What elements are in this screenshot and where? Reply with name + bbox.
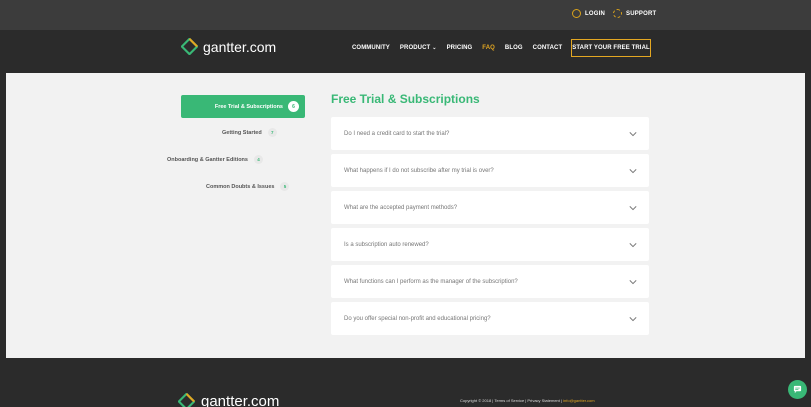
support-link[interactable]: SUPPORT (613, 9, 656, 18)
faq-question-text: What happens if I do not subscribe after… (344, 167, 494, 174)
footer-logo-text: gantter.com (201, 393, 280, 407)
logo-text: gantter.com (203, 38, 277, 55)
chevron-down-icon (629, 242, 637, 247)
sidebar-item-label: Getting Started (222, 129, 262, 136)
main-navbar: gantter.com COMMUNITY PRODUCT ⌄ PRICING F… (0, 30, 811, 68)
footer: gantter.com Copyright © 2018 | Terms of … (0, 358, 811, 407)
nav-menu: COMMUNITY PRODUCT ⌄ PRICING FAQ BLOG CONT… (352, 45, 562, 51)
sidebar-item-common-doubts[interactable]: Common Doubts & Issues 5 (206, 182, 290, 191)
chevron-down-icon (629, 316, 637, 321)
sidebar-item-label: Free Trial & Subscriptions (214, 103, 283, 110)
nav-item-product-label: PRODUCT (399, 45, 431, 51)
login-link[interactable]: LOGIN (572, 9, 605, 18)
faq-question[interactable]: Do I need a credit card to start the tri… (331, 117, 649, 150)
nav-item-blog[interactable]: BLOG (505, 45, 523, 51)
copyright-links[interactable]: Copyright © 2018 | Terms of Service | Pr… (460, 398, 563, 403)
lifebuoy-icon (613, 9, 622, 18)
faq-question[interactable]: Do you offer special non-profit and educ… (331, 302, 649, 335)
sidebar-item-label: Common Doubts & Issues (206, 183, 275, 190)
faq-question[interactable]: Is a subscription auto renewed? (331, 228, 649, 261)
faq-question-text: Do I need a credit card to start the tri… (344, 130, 450, 137)
faq-question-text: Do you offer special non-profit and educ… (344, 315, 491, 322)
faq-content-area: Free Trial & Subscriptions 6 Getting Sta… (6, 73, 805, 358)
count-badge: 5 (280, 182, 290, 191)
logo[interactable]: gantter.com (181, 38, 276, 55)
faq-question[interactable]: What are the accepted payment methods? (331, 191, 649, 224)
count-badge: 4 (253, 155, 263, 164)
copyright-text: Copyright © 2018 | Terms of Service | Pr… (460, 398, 595, 403)
sidebar-item-label: Onboarding & Gantter Editions (167, 156, 248, 163)
faq-question-text: Is a subscription auto renewed? (344, 241, 429, 248)
faq-question[interactable]: What happens if I do not subscribe after… (331, 154, 649, 187)
nav-item-product[interactable]: PRODUCT ⌄ (400, 45, 437, 51)
chevron-down-icon (629, 131, 637, 136)
nav-item-community[interactable]: COMMUNITY (352, 45, 390, 51)
nav-item-faq[interactable]: FAQ (482, 45, 495, 51)
chat-bubble-icon (793, 385, 802, 394)
count-badge: 6 (288, 101, 299, 112)
sidebar-item-onboarding[interactable]: Onboarding & Gantter Editions 4 (167, 155, 263, 164)
footer-logo[interactable]: gantter.com (178, 393, 279, 407)
chevron-down-icon (629, 168, 637, 173)
sidebar-item-free-trial[interactable]: Free Trial & Subscriptions 6 (181, 95, 305, 118)
user-circle-icon (572, 9, 581, 18)
start-free-trial-button[interactable]: START YOUR FREE TRIAL (571, 39, 651, 57)
chevron-down-icon (629, 205, 637, 210)
faq-question-text: What functions can I perform as the mana… (344, 278, 518, 285)
count-badge: 7 (267, 128, 277, 137)
diamond-logo-icon (178, 393, 195, 407)
sidebar-item-getting-started[interactable]: Getting Started 7 (222, 128, 277, 137)
nav-item-contact[interactable]: CONTACT (533, 45, 563, 51)
faq-question[interactable]: What functions can I perform as the mana… (331, 265, 649, 298)
contact-email-link[interactable]: info@gantter.com (563, 398, 594, 403)
nav-item-pricing[interactable]: PRICING (447, 45, 473, 51)
faq-section-title: Free Trial & Subscriptions (331, 92, 480, 106)
support-label: SUPPORT (626, 10, 657, 17)
chat-button[interactable] (788, 380, 807, 399)
top-utility-bar: LOGIN SUPPORT (0, 0, 811, 30)
faq-question-text: What are the accepted payment methods? (344, 204, 458, 211)
login-label: LOGIN (585, 10, 605, 17)
chevron-down-icon: ⌄ (432, 45, 437, 51)
chevron-down-icon (629, 279, 637, 284)
diamond-logo-icon (181, 38, 198, 55)
